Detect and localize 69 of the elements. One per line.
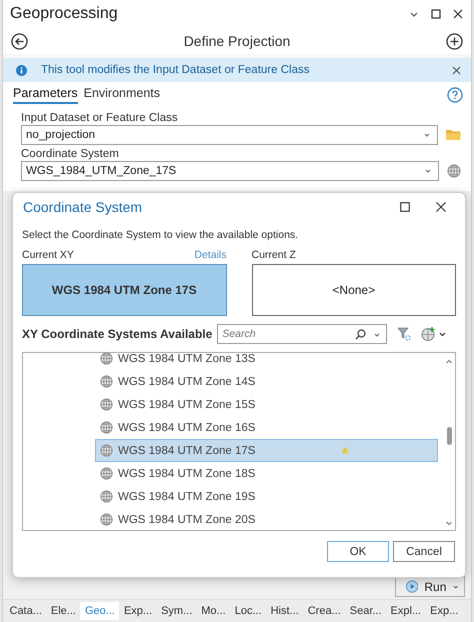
coordinate-system-item[interactable]: WGS 1984 UTM Zone 19S: [95, 485, 438, 508]
dialog-button[interactable]: Cancel: [393, 541, 455, 562]
globe-icon: [100, 398, 113, 411]
bottom-tab[interactable]: Loc...: [230, 602, 266, 620]
coordinate-system-item[interactable]: WGS 1984 UTM Zone 15S: [95, 393, 438, 416]
bottom-tab[interactable]: Exp...: [426, 602, 463, 620]
close-icon[interactable]: [453, 9, 463, 19]
coordinate-system-item[interactable]: WGS 1984 UTM Zone 20S: [95, 508, 438, 530]
current-xy-label: Current XY: [22, 249, 74, 261]
chevron-down-icon[interactable]: [373, 330, 382, 338]
parameter-dropdown[interactable]: no_projection: [21, 125, 438, 145]
coordinate-system-item[interactable]: WGS 1984 UTM Zone 16S: [95, 416, 438, 439]
dialog-button[interactable]: OK: [327, 541, 389, 562]
globe-icon: [100, 490, 113, 503]
scroll-down-icon[interactable]: [445, 520, 453, 526]
search-icon[interactable]: [355, 329, 366, 340]
parameter-label: Input Dataset or Feature Class: [21, 112, 179, 124]
bottom-tab[interactable]: Sear...: [345, 602, 386, 620]
add-globe-icon[interactable]: [421, 327, 448, 341]
globe-icon: [100, 375, 113, 388]
chevron-down-icon: [423, 131, 431, 139]
coordinate-system-item[interactable]: WGS 1984 UTM Zone 18S: [95, 462, 438, 485]
globe-icon: [100, 444, 113, 457]
maximize-icon[interactable]: [431, 9, 441, 19]
globe-icon: [100, 467, 113, 480]
current-xy-box[interactable]: WGS 1984 UTM Zone 17S: [22, 264, 226, 316]
globe-icon: [100, 353, 113, 365]
coordinate-system-item[interactable]: WGS 1984 UTM Zone 14S: [95, 370, 438, 393]
scroll-thumb[interactable]: [446, 427, 452, 445]
bottom-tab[interactable]: Sym...: [156, 602, 197, 620]
bottom-tab[interactable]: Exp...: [119, 602, 157, 620]
bottom-tab[interactable]: Ele...: [46, 602, 80, 620]
coordinate-system-item[interactable]: WGS 1984 UTM Zone 13S: [95, 353, 438, 370]
coordinate-system-item[interactable]: WGS 1984 UTM Zone 17S: [95, 439, 438, 462]
back-icon[interactable]: [11, 32, 28, 50]
chevron-down-icon: [424, 167, 432, 175]
bottom-tab[interactable]: Cata...: [5, 602, 46, 620]
parameter-label: Coordinate System: [21, 148, 120, 160]
bottom-tab[interactable]: Mo...: [196, 602, 230, 620]
pane-title: Geoprocessing: [10, 5, 118, 23]
filter-icon[interactable]: [397, 327, 412, 341]
tab[interactable]: Environments: [84, 86, 160, 104]
globe-icon[interactable]: [447, 164, 461, 178]
tab[interactable]: Parameters: [13, 86, 78, 104]
dialog-title: Coordinate System: [23, 199, 142, 215]
add-icon[interactable]: [446, 32, 463, 50]
maximize-icon[interactable]: [400, 202, 410, 212]
play-icon: [406, 580, 418, 593]
scroll-up-icon[interactable]: [445, 359, 453, 365]
tool-title: Define Projection: [182, 33, 292, 49]
globe-icon: [100, 513, 113, 526]
bottom-tab[interactable]: Crea...: [303, 602, 346, 620]
section-heading: XY Coordinate Systems Available: [22, 327, 212, 341]
globe-icon: [100, 421, 113, 434]
current-z-label: Current Z: [252, 249, 296, 261]
run-button[interactable]: Run: [395, 576, 465, 597]
close-icon[interactable]: [436, 202, 446, 212]
search-field[interactable]: Search: [217, 324, 388, 344]
current-z-box[interactable]: <None>: [252, 264, 456, 316]
bottom-tab[interactable]: Hist...: [266, 602, 304, 620]
instruction-text: Select the Coordinate System to view the available options.: [22, 229, 300, 241]
parameter-dropdown[interactable]: WGS_1984_UTM_Zone_17S: [21, 161, 439, 181]
bottom-tab[interactable]: Expl...: [386, 602, 426, 620]
bottom-tab[interactable]: Geo...: [80, 602, 120, 620]
info-message: This tool modifies the Input Dataset or Feature Class: [41, 64, 310, 76]
chevron-down-icon: [452, 582, 460, 590]
help-icon[interactable]: [447, 87, 463, 103]
info-icon: [16, 64, 27, 76]
close-icon[interactable]: [452, 66, 461, 74]
